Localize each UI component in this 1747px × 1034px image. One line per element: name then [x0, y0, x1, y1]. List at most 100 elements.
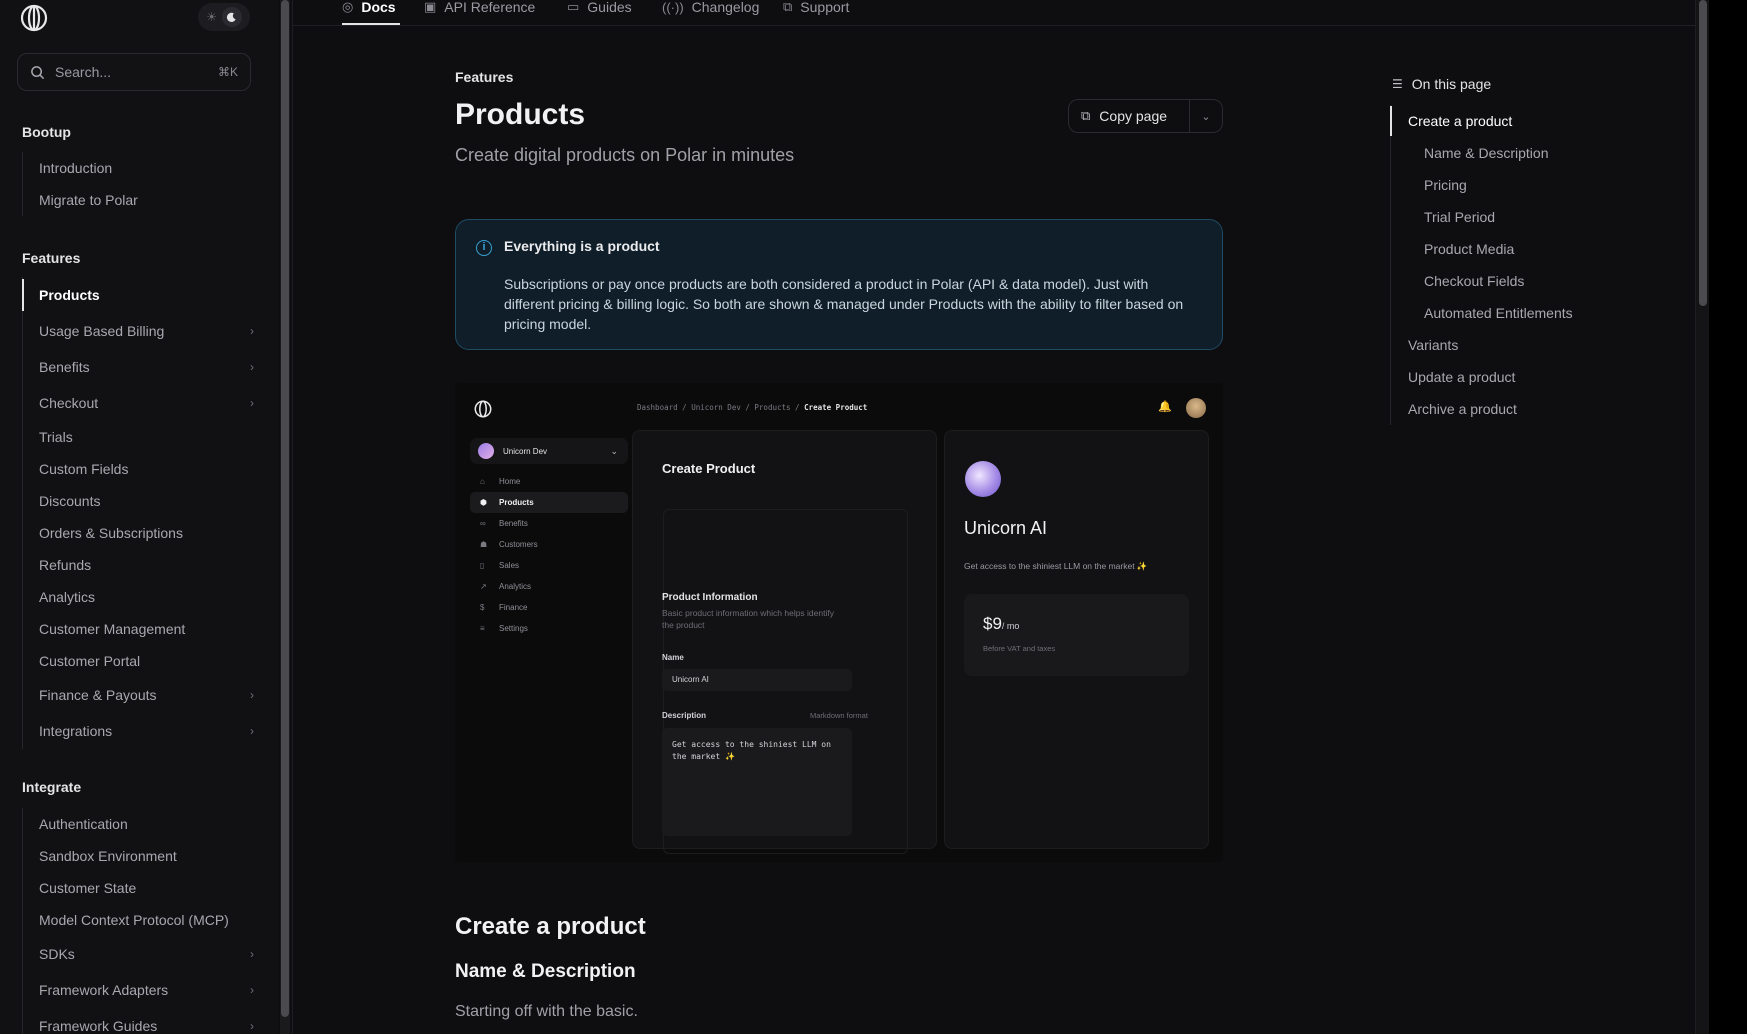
sidebar-divider [292, 0, 293, 1034]
sidebar-item-discounts[interactable]: Discounts [23, 485, 254, 517]
org-switcher: Unicorn Dev ⌄ [470, 438, 628, 464]
moon-icon[interactable] [221, 7, 242, 27]
chevron-down-icon: ⌄ [610, 445, 618, 456]
sidebar-item-label: Customer Portal [39, 653, 141, 669]
sidebar-item-framework-adapters[interactable]: Framework Adapters › [23, 972, 254, 1008]
chevron-right-icon: › [250, 396, 254, 410]
sidebar-item-label: SDKs [39, 946, 75, 962]
product-screenshot: Dashboard / Unicorn Dev / Products / Cre… [455, 383, 1223, 862]
main-scrollbar-thumb[interactable] [1699, 0, 1707, 306]
sidebar-item-integrations[interactable]: Integrations › [23, 713, 254, 749]
toc-item-variants[interactable]: Variants [1391, 329, 1630, 361]
sidebar-scrollbar[interactable] [280, 0, 290, 1034]
page-subtitle: Create digital products on Polar in minu… [455, 145, 795, 165]
section-list-integrate: Authentication Sandbox Environment Custo… [22, 808, 254, 1034]
sidebar-item-finance-payouts[interactable]: Finance & Payouts › [23, 677, 254, 713]
mock-nav-label: Products [499, 498, 534, 507]
breadcrumb-item: Dashboard [637, 403, 678, 412]
toc-item-checkout-fields[interactable]: Checkout Fields [1391, 265, 1630, 297]
tab-api-reference[interactable]: ▣ API Reference [424, 0, 535, 20]
sidebar-item-checkout[interactable]: Checkout › [23, 385, 254, 421]
bag-icon: ▯ [480, 561, 485, 570]
tab-support[interactable]: ⧉ Support [783, 0, 849, 20]
sidebar-item-sdks[interactable]: SDKs › [23, 936, 254, 972]
theme-toggle[interactable]: ☀ [198, 3, 250, 31]
unicorn-avatar [965, 461, 1001, 497]
sun-icon[interactable]: ☀ [206, 10, 217, 24]
mock-nav-settings: ≡ Settings [470, 618, 628, 639]
toc-item-name-description[interactable]: Name & Description [1391, 137, 1630, 169]
toc-item-archive-product[interactable]: Archive a product [1391, 393, 1630, 425]
breadcrumb-item: Products [754, 403, 791, 412]
page-eyebrow: Features [455, 69, 514, 85]
heading-name-description: Name & Description [455, 961, 636, 982]
mock-nav-label: Benefits [499, 519, 528, 528]
toc-item-pricing[interactable]: Pricing [1391, 169, 1630, 201]
infinity-icon: ∞ [480, 519, 486, 528]
sidebar-item-label: Finance & Payouts [39, 687, 157, 703]
mock-nav-label: Settings [499, 624, 528, 633]
search-input[interactable]: Search... ⌘K [17, 53, 251, 91]
toc-item-trial-period[interactable]: Trial Period [1391, 201, 1630, 233]
price-card: $9/ mo Before VAT and taxes [964, 594, 1189, 676]
sidebar-scrollbar-thumb[interactable] [281, 0, 289, 1017]
copy-page-button-group: ⧉ Copy page ⌄ [1068, 99, 1223, 133]
dollar-icon: $ [480, 603, 485, 612]
copy-page-button[interactable]: ⧉ Copy page [1069, 100, 1190, 132]
chevron-down-icon[interactable]: ⌄ [1190, 110, 1222, 123]
sidebar-item-customer-management[interactable]: Customer Management [23, 613, 254, 645]
sidebar-item-orders-subscriptions[interactable]: Orders & Subscriptions [23, 517, 254, 549]
terminal-icon: ▣ [424, 0, 437, 14]
description-hint: Markdown format [810, 711, 868, 720]
toc-item-automated-entitlements[interactable]: Automated Entitlements [1391, 297, 1630, 329]
book-icon: ▭ [567, 0, 580, 14]
description-field: Get access to the shiniest LLM on the ma… [662, 728, 852, 836]
sidebar-item-introduction[interactable]: Introduction [23, 152, 254, 184]
toc-item-label: Update a product [1408, 369, 1516, 385]
sidebar-item-customer-portal[interactable]: Customer Portal [23, 645, 254, 677]
sidebar-item-label: Discounts [39, 493, 101, 509]
sidebar-item-mcp[interactable]: Model Context Protocol (MCP) [23, 904, 254, 936]
sidebar-item-label: Benefits [39, 359, 90, 375]
toc-item-label: Archive a product [1408, 401, 1517, 417]
sidebar-item-label: Integrations [39, 723, 113, 739]
sidebar-item-refunds[interactable]: Refunds [23, 549, 254, 581]
sidebar-item-migrate[interactable]: Migrate to Polar [23, 184, 254, 216]
sidebar-item-label: Model Context Protocol (MCP) [39, 912, 229, 928]
tab-changelog[interactable]: ((·)) Changelog [662, 0, 759, 20]
tab-label: Changelog [691, 0, 760, 15]
sidebar-item-label: Usage Based Billing [39, 323, 165, 339]
sidebar-item-custom-fields[interactable]: Custom Fields [23, 453, 254, 485]
breadcrumb-current: Create Product [804, 403, 868, 412]
sidebar-item-trials[interactable]: Trials [23, 421, 254, 453]
toc-item-label: Name & Description [1424, 145, 1549, 161]
toc-item-product-media[interactable]: Product Media [1391, 233, 1630, 265]
sidebar-item-products[interactable]: Products [22, 277, 254, 313]
sidebar-item-usage-based-billing[interactable]: Usage Based Billing › [23, 313, 254, 349]
polar-logo[interactable] [20, 4, 48, 32]
sidebar-item-label: Customer State [39, 880, 137, 896]
sidebar-item-authentication[interactable]: Authentication [23, 808, 254, 840]
sidebar-item-analytics[interactable]: Analytics [23, 581, 254, 613]
tab-docs[interactable]: ◎ Docs [342, 0, 396, 20]
sidebar-item-benefits[interactable]: Benefits › [23, 349, 254, 385]
users-icon: ☗ [480, 540, 488, 549]
toc-item-update-product[interactable]: Update a product [1391, 361, 1630, 393]
mock-nav-label: Analytics [499, 582, 532, 591]
sidebar-item-sandbox[interactable]: Sandbox Environment [23, 840, 254, 872]
section-title-integrate: Integrate [22, 779, 82, 795]
page-title: Products [455, 98, 586, 131]
callout-body: Subscriptions or pay once products are b… [504, 276, 1184, 332]
org-name: Unicorn Dev [503, 446, 548, 456]
toc-item-create-product[interactable]: Create a product [1390, 105, 1630, 137]
sidebar-item-label: Introduction [39, 160, 113, 176]
name-field: Unicorn AI [662, 669, 852, 691]
sidebar-item-customer-state[interactable]: Customer State [23, 872, 254, 904]
sidebar-item-framework-guides[interactable]: Framework Guides › [23, 1008, 254, 1034]
sidebar-item-label: Framework Guides [39, 1018, 158, 1034]
mock-nav-analytics: ↗ Analytics [470, 576, 628, 597]
chevron-right-icon: › [250, 324, 254, 338]
main-scrollbar[interactable] [1695, 0, 1709, 1034]
sidebar-item-label: Checkout [39, 395, 99, 411]
tab-guides[interactable]: ▭ Guides [567, 0, 632, 20]
